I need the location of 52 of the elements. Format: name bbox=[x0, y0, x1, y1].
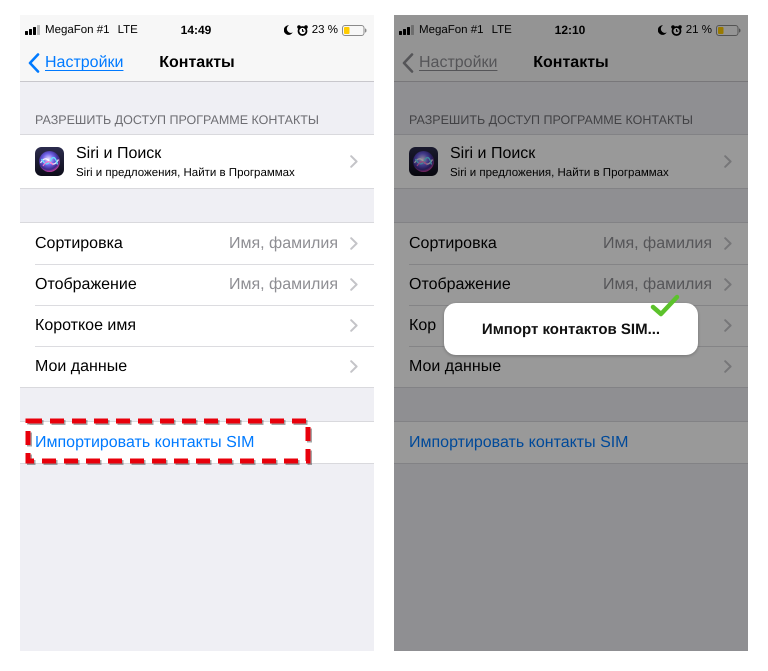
clock-time: 12:10 bbox=[554, 23, 586, 37]
network-type: LTE bbox=[118, 24, 138, 36]
alarm-clock-icon bbox=[670, 24, 682, 36]
chevron-icon bbox=[724, 278, 732, 291]
row-value: Имя, фамилия bbox=[603, 234, 712, 252]
row-label[interactable]: Отображение bbox=[35, 276, 137, 294]
moon-icon bbox=[284, 25, 293, 35]
row-title[interactable]: Siri и Поиск bbox=[450, 144, 669, 162]
nav-title: Контакты bbox=[159, 54, 235, 72]
signal-icon bbox=[25, 25, 40, 35]
row-value: Имя, фамилия bbox=[229, 234, 338, 252]
battery-percent: 21 % bbox=[686, 24, 712, 36]
row-title[interactable]: Siri и Поиск bbox=[76, 144, 295, 162]
row-label[interactable]: Сортировка bbox=[35, 234, 123, 252]
swirl-app-icon bbox=[409, 147, 438, 176]
chevron-icon bbox=[350, 319, 358, 332]
row-subtitle: Siri и предложения, Найти в Программах bbox=[76, 166, 295, 178]
row-label[interactable]: Мои данные bbox=[35, 358, 128, 376]
chevron-icon bbox=[724, 155, 732, 168]
row-label[interactable]: Кор bbox=[409, 316, 436, 334]
clock-time: 14:49 bbox=[180, 23, 212, 37]
battery-percent: 23 % bbox=[312, 24, 338, 36]
row-value: Имя, фамилия bbox=[603, 276, 712, 294]
section-header: РАЗРЕШИТЬ ДОСТУП ПРОГРАММЕ КОНТАКТЫ bbox=[34, 112, 320, 129]
alarm-clock-icon bbox=[296, 24, 308, 36]
row-label[interactable]: Отображение bbox=[409, 276, 511, 294]
back-chevron-icon bbox=[28, 53, 40, 73]
network-type: LTE bbox=[492, 24, 512, 36]
back-chevron-icon bbox=[402, 53, 414, 73]
row-label[interactable]: Мои данные bbox=[409, 358, 502, 376]
section-header: РАЗРЕШИТЬ ДОСТУП ПРОГРАММЕ КОНТАКТЫ bbox=[408, 112, 694, 129]
row-value: Имя, фамилия bbox=[229, 276, 338, 294]
back-button[interactable]: Настройки bbox=[28, 53, 124, 73]
signal-icon bbox=[399, 25, 414, 35]
chevron-icon bbox=[724, 237, 732, 250]
popup-message: Импорт контактов SIM... bbox=[482, 320, 660, 338]
carrier-name: MegaFon #1 bbox=[419, 24, 484, 36]
chevron-icon bbox=[350, 360, 358, 373]
chevron-icon bbox=[350, 237, 358, 250]
row-label[interactable]: Сортировка bbox=[409, 234, 497, 252]
row-subtitle: Siri и предложения, Найти в Программах bbox=[450, 166, 669, 178]
nav-title: Контакты bbox=[533, 54, 609, 72]
chevron-icon bbox=[724, 360, 732, 373]
chevron-icon bbox=[350, 278, 358, 291]
row-label[interactable]: Короткое имя bbox=[35, 316, 136, 334]
carrier-name: MegaFon #1 bbox=[45, 24, 110, 36]
chevron-icon bbox=[724, 319, 732, 332]
chevron-icon bbox=[350, 155, 358, 168]
moon-icon bbox=[658, 25, 667, 35]
battery-icon bbox=[716, 24, 741, 36]
battery-icon bbox=[342, 24, 367, 36]
swirl-app-icon bbox=[35, 147, 64, 176]
